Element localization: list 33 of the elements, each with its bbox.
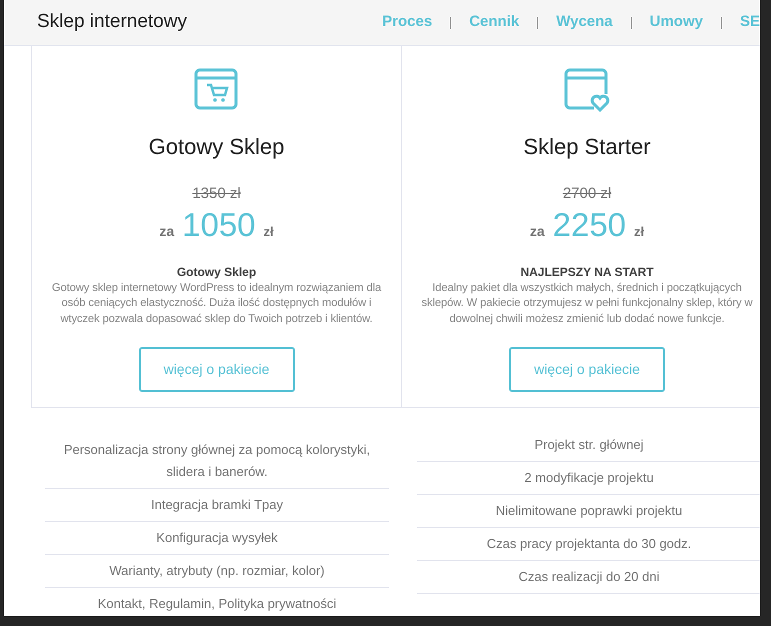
- feature-item: Integracja bramki Tpay: [45, 489, 389, 522]
- site-title: Sklep internetowy: [37, 10, 187, 34]
- feature-item: Konfiguracja wysyłek: [45, 522, 389, 555]
- package-subtitle: Gotowy Sklep: [176, 264, 256, 280]
- currency: zł: [634, 224, 644, 240]
- feature-item: Czas pracy projektanta do 30 godz.: [417, 528, 760, 561]
- package-subtitle: NAJLEPSZY NA START: [520, 264, 654, 280]
- nav-link[interactable]: Wycena: [556, 11, 613, 34]
- price: 2250: [552, 208, 626, 240]
- feature-item: Personalizacja strony głównej za pomocą kolorystyki, slidera i banerów.: [45, 434, 389, 489]
- nav-link[interactable]: Cennik: [469, 11, 520, 34]
- price: 1050: [182, 208, 256, 240]
- old-price: 1350 zł: [192, 184, 241, 204]
- nav-link[interactable]: Proces: [382, 11, 432, 34]
- feature-item: Nielimitowane poprawki projektu: [417, 495, 760, 528]
- feature-item: Czas realizacji do 20 dni: [417, 561, 760, 594]
- details-button[interactable]: więcej o pakiecie: [509, 347, 665, 392]
- price-prefix: za: [530, 224, 545, 240]
- details-button[interactable]: więcej o pakiecie: [138, 347, 294, 392]
- browser-heart-icon: [564, 68, 610, 114]
- nav-link[interactable]: Umowy: [650, 11, 703, 34]
- feature-item: 2 modyfikacje projektu: [417, 462, 760, 495]
- currency: zł: [264, 224, 274, 240]
- package-name: Gotowy Sklep: [148, 133, 284, 161]
- feature-item: Projekt str. głównej: [417, 429, 760, 462]
- feature-item: Kontakt, Regulamin, Polityka prywatności: [45, 588, 389, 616]
- nav-link[interactable]: SE: [740, 11, 760, 34]
- package-description: Idealny pakiet dla wszystkich małych, średnich i początkujących sklepów. W pakiecie otrzymujesz w pełni funkcjonalny sklep, który w dowolnej chwili możesz zmienić lub dodać nowe funkcje.: [420, 280, 754, 326]
- package-description: Gotowy sklep internetowy WordPress to idealnym rozwiązaniem dla osób ceniących elastyczność. Duża ilość dostępnych modułów i wtyczek pozwala dopasować sklep do Twoich potrzeb i klientów.: [50, 280, 382, 326]
- package-name: Sklep Starter: [523, 133, 651, 161]
- feature-item: Warianty, atrybuty (np. rozmiar, kolor): [45, 555, 389, 588]
- price-prefix: za: [159, 224, 174, 240]
- old-price: 2700 zł: [562, 184, 612, 204]
